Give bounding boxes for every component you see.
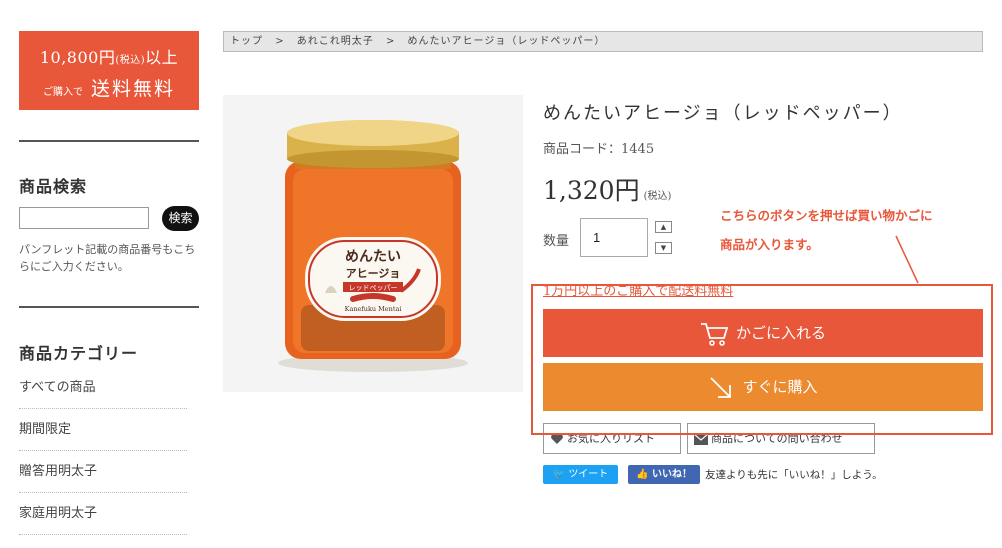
breadcrumb-separator: > [385,36,396,47]
divider [19,140,199,142]
breadcrumb: トップ > あれこれ明太子 > めんたいアヒージョ（レッドペッパー） [223,31,983,52]
annotation-text-line1: こちらのボタンを押せば買い物かごに [720,208,933,223]
price-value: 1,320円 [543,176,640,205]
breadcrumb-current: めんたいアヒージョ（レッドペッパー） [407,36,606,47]
like-label: いいね！ [651,469,692,480]
promo-line-2: ご購入で 送料無料 [42,78,176,100]
jar-label-line1: めんたい [345,249,401,265]
category-item[interactable]: 家庭用明太子 [19,493,187,535]
tweet-label: ツイート [568,469,609,480]
breadcrumb-separator: > [275,36,285,47]
annotation-highlight-box [531,284,993,435]
category-item[interactable]: 贈答用明太子 [19,451,187,493]
free-shipping-banner[interactable]: 10,800円(税込)以上 ご購入で 送料無料 [19,31,199,110]
thumbs-up-icon: 👍 [636,469,649,480]
search-heading: 商品検索 [19,177,88,196]
jar-label-line3: レッドペッパー [349,284,398,292]
search-button[interactable]: 検索 [162,206,199,231]
quantity-down-button[interactable]: ▼ [655,242,672,254]
divider [19,306,199,308]
product-image: めんたい アヒージョ レッドペッパー Kanefuku Mentai [223,95,523,392]
twitter-icon: 🐦 [552,469,566,480]
jar-label-line2: アヒージョ [346,267,401,280]
product-price: 1,320円 (税込) [543,171,671,207]
annotation-text-line2: 商品が入ります。 [720,237,819,252]
search-note: パンフレット記載の商品番号もこちらにご入力ください。 [19,243,196,273]
category-item[interactable]: すべての商品 [19,367,187,409]
mail-icon [693,433,709,445]
quantity-up-button[interactable]: ▲ [655,221,672,233]
triangle-up-icon: ▲ [660,223,667,231]
jar-label-brand: Kanefuku Mentai [345,305,402,313]
category-heading: 商品カテゴリー [19,344,139,363]
category-item[interactable]: 期間限定 [19,409,187,451]
jar-illustration: めんたい アヒージョ レッドペッパー Kanefuku Mentai [278,120,468,372]
quantity-input[interactable]: 1 [580,218,648,257]
search-input[interactable] [19,207,149,229]
facebook-like-button[interactable]: 👍 いいね！ [628,465,700,484]
price-tax: (税込) [643,191,672,202]
breadcrumb-top[interactable]: トップ [230,36,263,47]
product-title: めんたいアヒージョ（レッドペッパー） [543,103,903,124]
promo-line-1: 10,800円(税込)以上 [39,48,179,67]
product-code: 商品コード：1445 [543,142,655,157]
triangle-down-icon: ▼ [660,244,667,252]
tweet-button[interactable]: 🐦 ツイート [543,465,618,484]
like-prompt: 友達よりも先に「いいね！」しよう。 [705,469,883,481]
quantity-label: 数量 [543,234,570,249]
breadcrumb-category[interactable]: あれこれ明太子 [297,36,374,47]
